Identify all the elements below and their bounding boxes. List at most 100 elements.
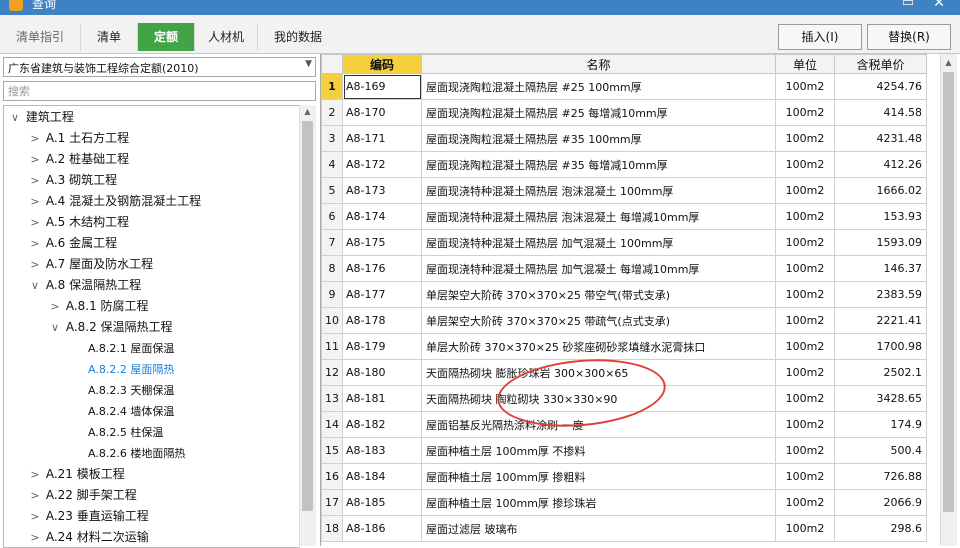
cell-price[interactable]: 412.26 <box>834 151 927 178</box>
cell-unit[interactable]: 100m2 <box>775 463 835 490</box>
cell-price[interactable]: 1593.09 <box>834 229 927 256</box>
cell-unit[interactable]: 100m2 <box>775 333 835 360</box>
cell-unit[interactable]: 100m2 <box>775 359 835 386</box>
scroll-thumb[interactable] <box>943 72 954 512</box>
table-row[interactable]: 18 A8-186 屋面过滤层 玻璃布 100m2 298.6 <box>321 515 927 542</box>
tree-node[interactable]: A.8.2.1 屋面保温 <box>88 338 174 359</box>
cell-unit[interactable]: 100m2 <box>775 255 835 282</box>
table-row[interactable]: 3 A8-171 屋面现浇陶粒混凝土隔热层 #35 100mm厚 100m2 4231.… <box>321 125 927 152</box>
tree-node[interactable]: > A.23 垂直运输工程 <box>28 506 148 527</box>
tree-scrollbar[interactable]: ▲ <box>299 105 316 546</box>
collapse-icon[interactable]: > <box>48 296 62 317</box>
cell-code[interactable]: A8-179 <box>342 333 422 360</box>
tree-node[interactable]: > A.21 模板工程 <box>28 464 124 485</box>
collapse-icon[interactable]: > <box>28 170 42 191</box>
expand-icon[interactable]: ∨ <box>8 107 22 128</box>
cell-name[interactable]: 屋面现浇陶粒混凝土隔热层 #35 100mm厚 <box>421 125 776 152</box>
col-header-name[interactable]: 名称 <box>421 54 776 74</box>
cell-price[interactable]: 726.88 <box>834 463 927 490</box>
cell-price[interactable]: 153.93 <box>834 203 927 230</box>
tree-node[interactable]: > A.8.1 防腐工程 <box>48 296 148 317</box>
cell-name[interactable]: 天面隔热砌块 陶粒砌块 330×330×90 <box>421 385 776 412</box>
cell-name[interactable]: 单层架空大阶砖 370×370×25 带空气(带式支承) <box>421 281 776 308</box>
cell-price[interactable]: 2502.1 <box>834 359 927 386</box>
cell-price[interactable]: 4254.76 <box>834 73 927 100</box>
collapse-icon[interactable]: > <box>28 485 42 506</box>
cell-code[interactable]: A8-183 <box>342 437 422 464</box>
close-icon[interactable]: ✕ <box>928 0 950 14</box>
table-row[interactable]: 2 A8-170 屋面现浇陶粒混凝土隔热层 #25 每增减10mm厚 100m2 414… <box>321 99 927 126</box>
cell-name[interactable]: 屋面铝基反光隔热涂料涂刷 一度 <box>421 411 776 438</box>
tree-node[interactable]: ∨ A.8 保温隔热工程 <box>28 275 141 296</box>
collapse-icon[interactable]: > <box>28 128 42 149</box>
tree-node[interactable]: > A.1 土石方工程 <box>28 128 129 149</box>
cell-unit[interactable]: 100m2 <box>775 411 835 438</box>
cell-unit[interactable]: 100m2 <box>775 489 835 516</box>
cell-name[interactable]: 屋面过滤层 玻璃布 <box>421 515 776 542</box>
table-row[interactable]: 8 A8-176 屋面现浇特种混凝土隔热层 加气混凝土 每增减10mm厚 100m2 1… <box>321 255 927 282</box>
cell-price[interactable]: 4231.48 <box>834 125 927 152</box>
tree-node[interactable]: > A.5 木结构工程 <box>28 212 129 233</box>
cell-price[interactable]: 174.9 <box>834 411 927 438</box>
cell-price[interactable]: 1700.98 <box>834 333 927 360</box>
cell-unit[interactable]: 100m2 <box>775 177 835 204</box>
table-row[interactable]: 11 A8-179 单层大阶砖 370×370×25 砂浆座砌砂浆填缝水泥膏抹口 10… <box>321 333 927 360</box>
search-input[interactable] <box>4 82 302 100</box>
cell-code[interactable]: A8-169 <box>342 73 422 100</box>
collapse-icon[interactable]: > <box>28 233 42 254</box>
cell-code[interactable]: A8-175 <box>342 229 422 256</box>
tree-node[interactable]: ∨ 建筑工程 <box>8 107 74 128</box>
cell-unit[interactable]: 100m2 <box>775 151 835 178</box>
cell-code[interactable]: A8-181 <box>342 385 422 412</box>
tree-node[interactable]: > A.2 桩基础工程 <box>28 149 129 170</box>
tree-node-selected[interactable]: A.8.2.2 屋面隔热 <box>88 359 174 380</box>
cell-code[interactable]: A8-176 <box>342 255 422 282</box>
cell-name[interactable]: 屋面现浇特种混凝土隔热层 加气混凝土 每增减10mm厚 <box>421 255 776 282</box>
quota-library-select[interactable]: 广东省建筑与装饰工程综合定额(2010) ▼ <box>3 57 316 77</box>
cell-name[interactable]: 屋面现浇陶粒混凝土隔热层 #25 每增减10mm厚 <box>421 99 776 126</box>
collapse-icon[interactable]: > <box>28 254 42 275</box>
cell-code[interactable]: A8-174 <box>342 203 422 230</box>
tree-node[interactable]: A.8.2.3 天棚保温 <box>88 380 174 401</box>
table-scrollbar[interactable]: ▲ <box>940 54 957 546</box>
cell-code[interactable]: A8-186 <box>342 515 422 542</box>
cell-name[interactable]: 屋面现浇特种混凝土隔热层 泡沫混凝土 每增减10mm厚 <box>421 203 776 230</box>
scroll-thumb[interactable] <box>302 121 313 511</box>
cell-unit[interactable]: 100m2 <box>775 515 835 542</box>
collapse-icon[interactable]: > <box>28 191 42 212</box>
cell-code[interactable]: A8-171 <box>342 125 422 152</box>
col-header-code[interactable]: 编码 <box>342 54 422 74</box>
cell-price[interactable]: 146.37 <box>834 255 927 282</box>
scroll-up-icon[interactable]: ▲ <box>941 56 956 70</box>
cell-price[interactable]: 298.6 <box>834 515 927 542</box>
cell-unit[interactable]: 100m2 <box>775 73 835 100</box>
insert-button[interactable]: 插入(I) <box>778 24 862 50</box>
cell-name[interactable]: 单层架空大阶砖 370×370×25 带疏气(点式支承) <box>421 307 776 334</box>
col-header-price[interactable]: 含税单价 <box>834 54 927 74</box>
cell-code[interactable]: A8-184 <box>342 463 422 490</box>
cell-name[interactable]: 单层大阶砖 370×370×25 砂浆座砌砂浆填缝水泥膏抹口 <box>421 333 776 360</box>
table-row[interactable]: 6 A8-174 屋面现浇特种混凝土隔热层 泡沫混凝土 每增减10mm厚 100m2 1… <box>321 203 927 230</box>
collapse-icon[interactable]: > <box>28 527 42 547</box>
cell-unit[interactable]: 100m2 <box>775 385 835 412</box>
cell-price[interactable]: 500.4 <box>834 437 927 464</box>
table-row[interactable]: 10 A8-178 单层架空大阶砖 370×370×25 带疏气(点式支承) 100m… <box>321 307 927 334</box>
tree-node[interactable]: > A.4 混凝土及钢筋混凝土工程 <box>28 191 201 212</box>
cell-unit[interactable]: 100m2 <box>775 437 835 464</box>
table-row[interactable]: 5 A8-173 屋面现浇特种混凝土隔热层 泡沫混凝土 100mm厚 100m2 166… <box>321 177 927 204</box>
tree-node[interactable]: > A.7 屋面及防水工程 <box>28 254 153 275</box>
cell-code[interactable]: A8-172 <box>342 151 422 178</box>
table-row[interactable]: 12 A8-180 天面隔热砌块 膨胀珍珠岩 300×300×65 100m2 2502… <box>321 359 927 386</box>
replace-button[interactable]: 替换(R) <box>867 24 951 50</box>
chevron-down-icon[interactable]: ▼ <box>305 59 312 69</box>
cell-unit[interactable]: 100m2 <box>775 99 835 126</box>
cell-price[interactable]: 2221.41 <box>834 307 927 334</box>
cell-price[interactable]: 2066.9 <box>834 489 927 516</box>
table-row[interactable]: 9 A8-177 单层架空大阶砖 370×370×25 带空气(带式支承) 100m2… <box>321 281 927 308</box>
cell-unit[interactable]: 100m2 <box>775 307 835 334</box>
tree-node[interactable]: > A.3 砌筑工程 <box>28 170 117 191</box>
table-row[interactable]: 1 A8-169 屋面现浇陶粒混凝土隔热层 #25 100mm厚 100m2 4254.… <box>321 73 927 100</box>
tab-my-data[interactable]: 我的数据 <box>257 23 338 51</box>
table-row[interactable]: 16 A8-184 屋面种植土层 100mm厚 掺粗料 100m2 726.88 <box>321 463 927 490</box>
cell-code[interactable]: A8-177 <box>342 281 422 308</box>
